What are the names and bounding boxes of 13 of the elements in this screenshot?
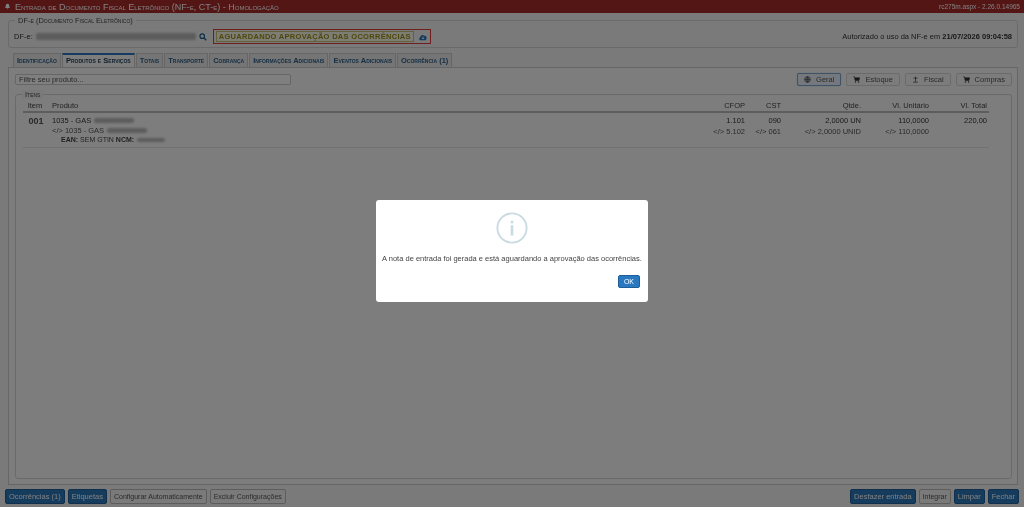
search-icon[interactable]: [198, 32, 207, 41]
redacted-text: [94, 118, 135, 123]
window-title: Entrada de Documento Fiscal Eletrônico (NF-e, CT-e) - Homologação: [15, 1, 279, 12]
bell-icon: [4, 3, 11, 10]
cart-icon: [962, 76, 970, 83]
scale-icon: [911, 76, 919, 83]
item-number: 001: [27, 116, 45, 128]
globe-icon: [804, 76, 812, 83]
cloud-download-icon[interactable]: [417, 32, 428, 41]
cart-icon: [853, 76, 861, 83]
redacted-text: [107, 128, 148, 133]
redacted-text: [137, 137, 166, 142]
info-icon: [496, 212, 528, 244]
